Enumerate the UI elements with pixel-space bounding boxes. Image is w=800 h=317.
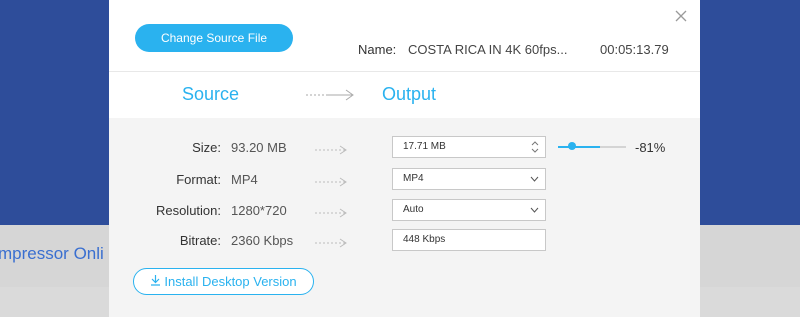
install-desktop-version-button[interactable]: Install Desktop Version bbox=[133, 268, 314, 295]
size-label: Size: bbox=[192, 140, 221, 155]
name-label: Name: bbox=[358, 42, 397, 57]
chevron-down-icon[interactable] bbox=[530, 169, 539, 189]
format-output-value: MP4 bbox=[403, 173, 424, 184]
up-down-icon[interactable] bbox=[531, 137, 539, 157]
resolution-select[interactable]: Auto bbox=[392, 199, 546, 221]
size-output-value: 17.71 MB bbox=[403, 141, 446, 152]
arrow-icon bbox=[315, 174, 347, 192]
resolution-label: Resolution: bbox=[155, 203, 221, 218]
page-title-fragment: mpressor Onli bbox=[0, 244, 104, 263]
source-heading: Source bbox=[182, 84, 240, 104]
change-source-file-button[interactable]: Change Source File bbox=[135, 24, 293, 52]
arrow-icon bbox=[315, 142, 347, 160]
format-select[interactable]: MP4 bbox=[392, 168, 546, 190]
bitrate-source-value: 2360 Kbps bbox=[231, 233, 294, 248]
arrow-icon bbox=[315, 205, 347, 223]
compress-settings-dialog: Change Source File Name: COSTA RICA IN 4… bbox=[109, 0, 700, 317]
flow-arrow-icon bbox=[306, 88, 356, 107]
resolution-output-value: Auto bbox=[403, 204, 424, 215]
size-stepper[interactable]: 17.71 MB bbox=[392, 136, 546, 158]
chevron-down-icon[interactable] bbox=[530, 200, 539, 220]
resolution-source-value: 1280*720 bbox=[231, 203, 287, 218]
size-source-value: 93.20 MB bbox=[231, 140, 287, 155]
file-name: COSTA RICA IN 4K 60fps... bbox=[408, 42, 568, 57]
bitrate-output-value: 448 Kbps bbox=[403, 234, 446, 245]
bitrate-field: 448 Kbps bbox=[392, 229, 546, 251]
format-label: Format: bbox=[176, 172, 221, 187]
close-icon[interactable] bbox=[674, 9, 688, 23]
output-heading: Output bbox=[382, 84, 437, 104]
install-label: Install Desktop Version bbox=[164, 274, 297, 289]
bitrate-label: Bitrate: bbox=[179, 233, 221, 248]
compression-slider-track[interactable] bbox=[600, 146, 626, 148]
file-duration: 00:05:13.79 bbox=[600, 42, 669, 57]
compression-slider-fill[interactable] bbox=[558, 146, 600, 148]
compression-slider-handle[interactable] bbox=[568, 142, 576, 150]
compression-percent: -81% bbox=[635, 140, 666, 155]
download-icon bbox=[150, 274, 161, 289]
format-source-value: MP4 bbox=[231, 172, 258, 187]
arrow-icon bbox=[315, 235, 347, 253]
header-divider bbox=[109, 71, 700, 72]
